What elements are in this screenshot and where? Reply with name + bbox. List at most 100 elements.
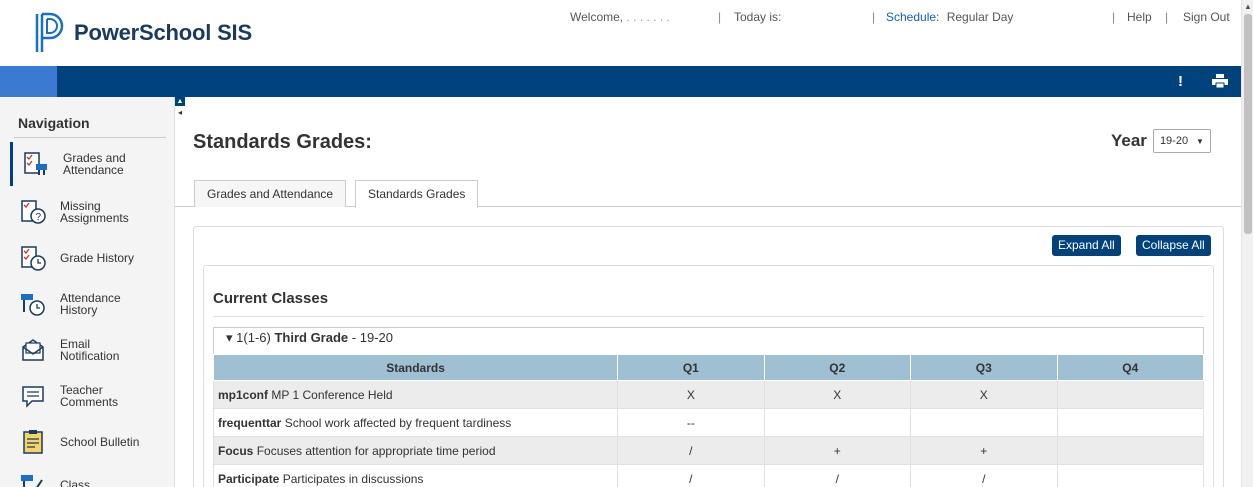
schedule-value: Regular Day: [946, 10, 1014, 24]
standard-code: Focus: [218, 443, 254, 458]
sidebar-item-grades-attendance[interactable]: Grades and Attendance: [10, 142, 170, 186]
divider: [213, 316, 1204, 317]
tab-grades-and-attendance[interactable]: Grades and Attendance: [194, 180, 347, 207]
schedule-info: Schedule: Regular Day: [886, 10, 1013, 24]
welcome-user: . . . . . . .: [626, 10, 670, 24]
grade-cell: X: [763, 380, 912, 409]
sidebar-item-label: School Bulletin: [60, 435, 140, 449]
app-name: PowerSchool SIS: [74, 20, 252, 45]
grade-cell: [910, 408, 1058, 437]
grade-cell: +: [910, 436, 1058, 465]
grade-cell: +: [763, 436, 912, 465]
separator: |: [718, 10, 722, 24]
grade-cell: /: [910, 464, 1058, 487]
grade-cell: [763, 408, 912, 437]
page-title: Standards Grades:: [193, 131, 372, 153]
grade-cell: /: [617, 464, 765, 487]
grade-cell: [1056, 380, 1204, 409]
sidebar-item-label: Teacher Comments: [60, 383, 119, 409]
table-row: frequenttar School work affected by freq…: [212, 408, 1204, 437]
year-selector: Year 19-20 ▼: [1111, 129, 1211, 153]
year-select[interactable]: 19-20 ▼: [1152, 129, 1211, 153]
collapse-all-button[interactable]: Collapse All: [1136, 235, 1211, 256]
standard-cell: frequenttar School work affected by freq…: [212, 408, 619, 437]
sidebar-item-label: Missing Assignments: [60, 199, 129, 225]
tab-bar: Grades and Attendance Standards Grades: [175, 180, 1241, 208]
standards-table: Standards Q1 Q2 Q3 Q4 mp1conf MP 1 Confe…: [212, 354, 1204, 487]
grade-cell: X: [910, 380, 1058, 409]
column-header: Q1: [617, 354, 765, 381]
welcome-text: Welcome, . . . . . . .: [570, 10, 670, 24]
column-header: Q2: [763, 354, 912, 381]
sidebar-toggle[interactable]: ▲ ◂: [175, 97, 187, 121]
welcome-label: Welcome,: [570, 10, 624, 24]
printer-icon[interactable]: [1212, 74, 1228, 88]
chevron-down-icon: ▼: [1196, 136, 1204, 146]
grade-cell: --: [617, 408, 765, 437]
expand-arrow-icon: ▾: [226, 330, 233, 345]
email-notification-icon: [22, 339, 44, 361]
table-row: Participate Participates in discussions …: [212, 464, 1204, 487]
class-code: 1(1-6): [236, 330, 271, 345]
scroll-up-icon[interactable]: ▲: [1244, 2, 1252, 11]
sidebar-item-class[interactable]: Class: [10, 466, 170, 487]
class-term: - 19-20: [351, 330, 393, 345]
expand-all-button[interactable]: Expand All: [1052, 235, 1121, 256]
separator: |: [1165, 10, 1169, 24]
missing-assignments-icon: ?: [21, 200, 46, 224]
standard-code: mp1conf: [218, 387, 269, 402]
column-header: Q4: [1056, 354, 1204, 381]
sidebar-item-label: Attendance History: [60, 291, 121, 317]
sidebar-item-school-bulletin[interactable]: School Bulletin: [10, 420, 170, 464]
grade-cell: [1056, 408, 1204, 437]
powerschool-logo-icon: [35, 12, 64, 52]
standard-code: frequenttar: [218, 415, 282, 430]
sidebar-item-teacher-comments[interactable]: Teacher Comments: [10, 374, 170, 418]
sign-out-link[interactable]: Sign Out: [1183, 10, 1230, 24]
sidebar-item-grade-history[interactable]: Grade History: [10, 236, 170, 280]
collapse-left-icon[interactable]: ◂: [175, 108, 185, 118]
teacher-comments-icon: [22, 386, 44, 408]
divider: [14, 137, 166, 138]
alert-icon[interactable]: !: [1178, 73, 1183, 90]
today-label: Today is:: [734, 10, 782, 24]
standard-code: Participate: [218, 471, 280, 486]
class-header-toggle[interactable]: ▾ 1(1-6) Third Grade - 19-20: [226, 330, 393, 346]
tab-standards-grades[interactable]: Standards Grades: [355, 180, 479, 208]
table-row: Focus Focuses attention for appropriate …: [212, 436, 1204, 465]
app-header: PowerSchool SIS Welcome, . . . . . . . |…: [0, 0, 1253, 66]
standard-cell: mp1conf MP 1 Conference Held: [212, 380, 619, 409]
sidebar-item-attendance-history[interactable]: Attendance History: [10, 282, 170, 326]
svg-text:?: ?: [36, 212, 42, 223]
sidebar-item-label: Email Notification: [60, 337, 120, 363]
standard-desc: MP 1 Conference Held: [271, 387, 393, 402]
class-name: Third Grade: [274, 330, 349, 345]
table-header-row: Standards Q1 Q2 Q3 Q4: [212, 354, 1204, 381]
nav-title: Navigation: [18, 115, 90, 131]
schedule-link[interactable]: Schedule:: [886, 10, 939, 24]
grade-cell: [1056, 464, 1204, 487]
column-header: Q3: [910, 354, 1058, 381]
grades-attendance-icon: [24, 152, 47, 175]
table-row: mp1conf MP 1 Conference Held X X X: [212, 380, 1204, 409]
standard-cell: Focus Focuses attention for appropriate …: [212, 436, 619, 465]
grade-cell: X: [617, 380, 765, 409]
class-icon: [21, 475, 43, 487]
page-scrollbar[interactable]: ▲: [1241, 0, 1253, 487]
help-link[interactable]: Help: [1127, 10, 1152, 24]
grade-history-icon: [21, 246, 46, 271]
grade-cell: /: [617, 436, 765, 465]
standard-cell: Participate Participates in discussions: [212, 464, 619, 487]
scrollbar-thumb[interactable]: [1244, 14, 1252, 234]
separator: |: [872, 10, 876, 24]
powerschool-logo[interactable]: PowerSchool SIS: [34, 12, 252, 54]
sidebar-item-label: Class: [60, 478, 91, 487]
collapse-up-icon[interactable]: ▲: [175, 97, 185, 106]
standard-desc: School work affected by frequent tardine…: [284, 415, 512, 430]
sidebar-item-email-notification[interactable]: Email Notification: [10, 328, 170, 372]
sidebar-item-missing-assignments[interactable]: ? Missing Assignments: [10, 190, 170, 234]
sidebar-item-label: Grade History: [60, 251, 135, 265]
year-value: 19-20: [1159, 135, 1189, 147]
year-label: Year: [1111, 131, 1147, 150]
standard-desc: Focuses attention for appropriate time p…: [256, 443, 496, 458]
